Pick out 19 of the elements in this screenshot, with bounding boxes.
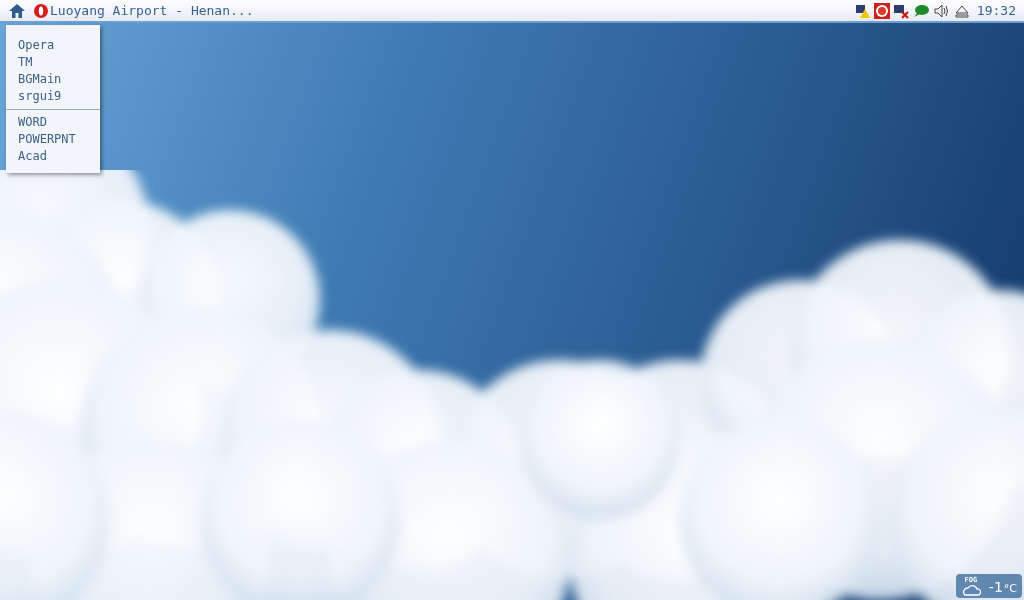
network-warning-icon — [854, 2, 871, 19]
menu-item[interactable]: srgui9 — [6, 88, 100, 105]
window-title[interactable]: Luoyang Airport - Henan... — [50, 0, 254, 21]
menu-item[interactable]: Acad — [6, 148, 100, 165]
home-icon[interactable] — [8, 2, 26, 19]
menu-item[interactable]: TM — [6, 54, 100, 71]
temperature-unit: °C — [1003, 582, 1017, 596]
target-icon — [873, 2, 890, 19]
cloud-icon — [960, 584, 981, 596]
speaker-icon[interactable] — [932, 2, 951, 19]
menu-item[interactable]: Opera — [6, 37, 100, 54]
menu-item[interactable]: WORD — [6, 114, 100, 131]
menu-item[interactable]: BGMain — [6, 71, 100, 88]
browser-icon — [34, 3, 48, 18]
chat-icon — [911, 2, 930, 19]
clock: 19:32 — [976, 1, 1016, 20]
network-disconnected-icon — [892, 2, 909, 19]
temperature: -1 — [988, 578, 1003, 596]
menu-item[interactable]: POWERPNT — [6, 131, 100, 148]
